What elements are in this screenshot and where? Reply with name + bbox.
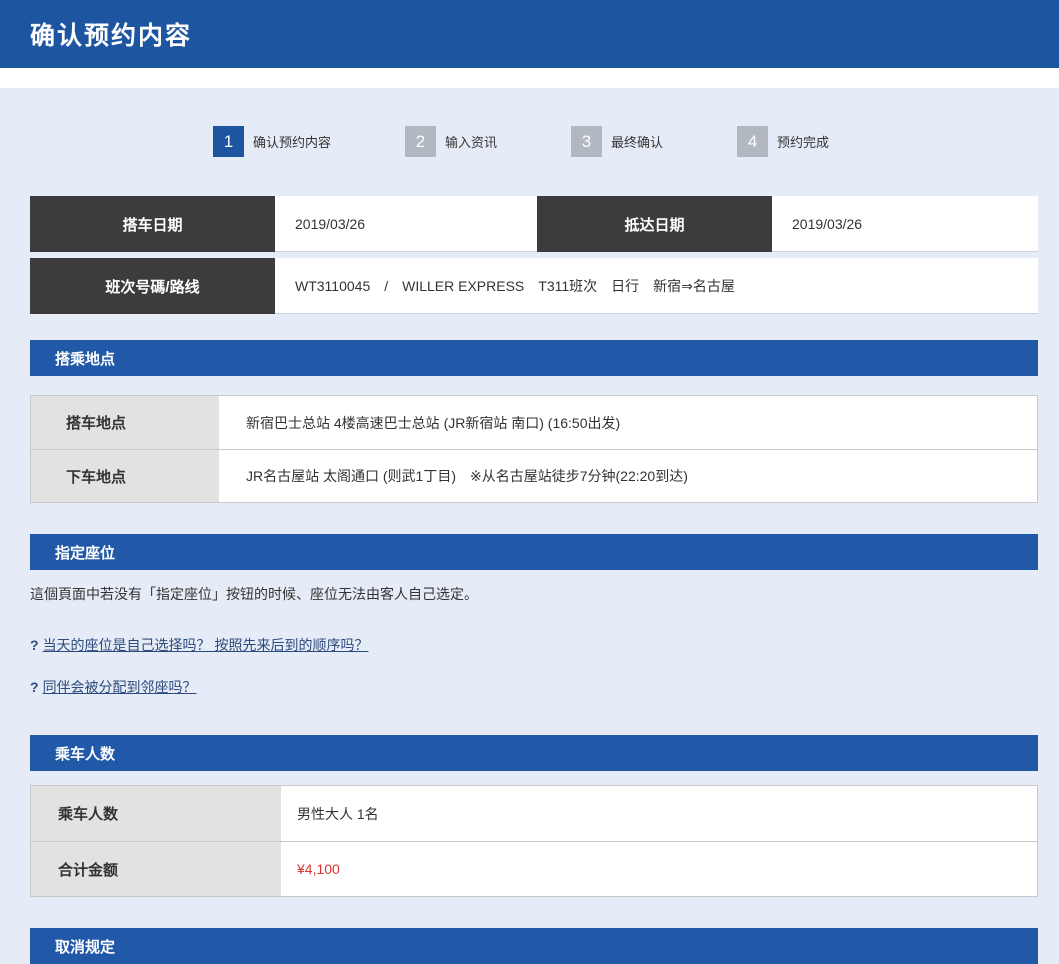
dropoff-point-label-cell: 下车地点: [31, 450, 219, 502]
main-content: 1 确认预约内容 2 输入资讯 3 最终确认 4 预约完成 搭车日期 2019/…: [30, 126, 1038, 964]
ride-date-value: 2019/03/26: [275, 196, 537, 252]
step-4-number: 4: [737, 126, 768, 157]
faq-link-companion-seat[interactable]: 同伴会被分配到邻座吗？: [43, 679, 197, 695]
page-title: 确认预约内容: [30, 16, 192, 52]
dropoff-point-value: JR名古屋站 太阁通口 (则武1丁目) ※从名古屋站徒步7分钟(22:20到达): [219, 450, 1037, 502]
step-4-label: 预约完成: [777, 132, 829, 151]
step-indicator: 1 确认预约内容 2 输入资讯 3 最终确认 4 预约完成: [213, 126, 1038, 157]
seat-section-header: 指定座位: [30, 534, 1038, 570]
step-3-number: 3: [571, 126, 602, 157]
boarding-table: 搭车地点 新宿巴士总站 4楼高速巴士总站 (JR新宿站 南口) (16:50出发…: [30, 395, 1038, 503]
step-4-complete: 4 预约完成: [737, 126, 829, 157]
faq-link-seat-choice[interactable]: 当天的座位是自己选择吗？ 按照先来后到的顺序吗？: [43, 637, 369, 653]
seat-note-text: 這個頁面中若没有「指定座位」按钮的时候、座位无法由客人自己选定。: [30, 584, 1038, 604]
step-3-label: 最终确认: [611, 132, 663, 151]
table-row: 搭车地点 新宿巴士总站 4楼高速巴士总站 (JR新宿站 南口) (16:50出发…: [31, 396, 1037, 449]
table-row: 下车地点 JR名古屋站 太阁通口 (则武1丁目) ※从名古屋站徒步7分钟(22:…: [31, 449, 1037, 502]
step-1-confirm: 1 确认预约内容: [213, 126, 331, 157]
table-row: 班次号碼/路线 WT3110045 / WILLER EXPRESS T311班…: [30, 258, 1038, 314]
step-2-number: 2: [405, 126, 436, 157]
header-divider: [0, 68, 1059, 88]
step-1-label: 确认预约内容: [253, 132, 331, 151]
page-header: 确认预约内容: [0, 0, 1059, 68]
step-2-input-info: 2 输入资讯: [405, 126, 497, 157]
boarding-point-label-cell: 搭车地点: [31, 396, 219, 449]
ride-date-label-cell: 搭车日期: [30, 196, 275, 252]
trip-summary-table: 搭车日期 2019/03/26 抵达日期 2019/03/26 班次号碼/路线 …: [30, 196, 1038, 314]
boarding-point-value: 新宿巴士总站 4楼高速巴士总站 (JR新宿站 南口) (16:50出发): [219, 396, 1037, 449]
passenger-count-value: 男性大人 1名: [281, 786, 1037, 841]
route-value: WT3110045 / WILLER EXPRESS T311班次 日行 新宿⇒…: [275, 258, 1038, 314]
boarding-section-header: 搭乘地点: [30, 340, 1038, 376]
arrival-date-value: 2019/03/26: [772, 196, 1038, 252]
step-2-label: 输入资讯: [445, 132, 497, 151]
cancel-section-header: 取消规定: [30, 928, 1038, 964]
faq-line-companion-seat: ?同伴会被分配到邻座吗？: [30, 677, 1038, 697]
passenger-count-label-cell: 乘车人数: [31, 786, 281, 841]
arrival-date-label-cell: 抵达日期: [537, 196, 772, 252]
table-row: 合计金额 ¥4,100: [31, 841, 1037, 896]
step-3-final-confirm: 3 最终确认: [571, 126, 663, 157]
table-row: 乘车人数 男性大人 1名: [31, 786, 1037, 841]
passengers-table: 乘车人数 男性大人 1名 合计金额 ¥4,100: [30, 785, 1038, 897]
step-1-number: 1: [213, 126, 244, 157]
total-amount-label-cell: 合计金额: [31, 842, 281, 896]
route-label-cell: 班次号碼/路线: [30, 258, 275, 314]
table-row: 搭车日期 2019/03/26 抵达日期 2019/03/26: [30, 196, 1038, 252]
total-amount-value: ¥4,100: [281, 842, 1037, 896]
faq-line-seat-choice: ?当天的座位是自己选择吗？ 按照先来后到的顺序吗？: [30, 635, 1038, 655]
passengers-section-header: 乘车人数: [30, 735, 1038, 771]
question-mark-icon: ?: [30, 679, 39, 695]
question-mark-icon: ?: [30, 637, 39, 653]
